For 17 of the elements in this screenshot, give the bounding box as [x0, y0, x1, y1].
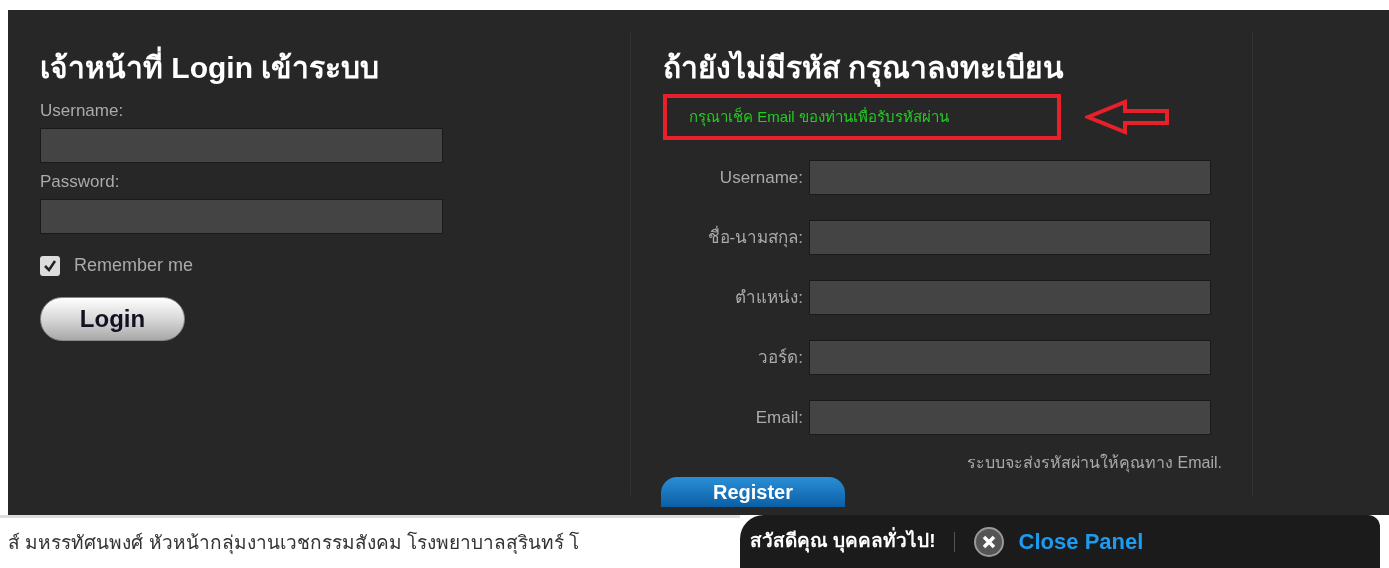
news-ticker: ส์ มหรรทัศนพงศ์ หัวหน้ากลุ่มงานเวชกรรมสังคม โรงพยาบาลสุรินทร์ โ — [7, 530, 580, 556]
panel-title: ถ้ายังไม่มีรหัส กรุณาลงทะเบียน — [663, 48, 1252, 88]
field-label: วอร์ด: — [757, 346, 803, 369]
close-panel-link[interactable]: Close Panel — [1018, 525, 1144, 558]
register-button[interactable]: Register — [661, 477, 845, 507]
checkbox-label: Remember me — [74, 254, 194, 277]
greeting-text: สวัสดีคุณ บุคคลทั่วไป! — [750, 527, 936, 556]
field-label: Username: — [40, 100, 125, 122]
hint-text: ระบบจะส่งรหัสผ่านให้คุณทาง Email. — [967, 452, 1222, 475]
login-button[interactable]: Login — [40, 297, 185, 341]
field-label: Username: — [718, 166, 803, 189]
notice-text: กรุณาเช็ค Email ของท่านเพื่อรับรหัสผ่าน — [689, 106, 949, 129]
field-label: Email: — [754, 406, 803, 429]
field-label: Password: — [40, 171, 121, 193]
panel-title: เจ้าหน้าที่ Login เข้าระบบ — [40, 48, 630, 88]
field-label: ตำแหน่ง: — [734, 286, 803, 309]
field-label: ชื่อ-นามสกุล: — [706, 224, 803, 250]
